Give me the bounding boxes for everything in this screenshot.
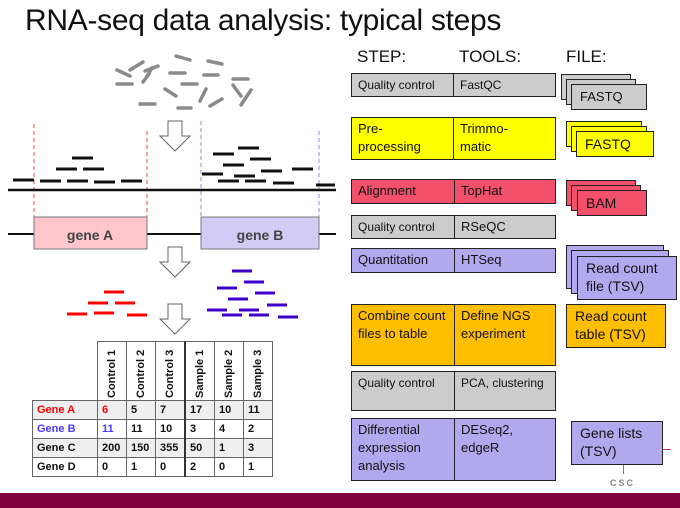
step-alignment: Alignment	[351, 179, 455, 204]
tool-rseqc: RSeQC	[454, 215, 556, 239]
tool-pca-clustering: PCA, clustering	[454, 371, 556, 411]
table-row: Gene D 0 1 0 2 0 1	[32, 457, 273, 477]
gene-a-reads	[67, 290, 147, 317]
tool-deseq2-edger: DESeq2, edgeR	[454, 418, 556, 481]
tool-define-ngs-experiment: Define NGS experiment	[454, 304, 556, 366]
step-quality-control-3: Quality control	[351, 371, 455, 411]
read-count-table: Control 1 Control 2 Control 3 Sample 1 S…	[32, 341, 273, 477]
tool-trimmomatic: Trimmo- matic	[453, 117, 556, 160]
column-header: Control 1	[97, 341, 127, 401]
mapped-reads	[13, 146, 335, 187]
column-header: Sample 3	[243, 341, 273, 401]
step-quantitation: Quantitation	[351, 248, 455, 273]
table-row: Gene C 200 150 355 50 1 3	[32, 438, 273, 458]
step-preprocessing: Pre- processing	[351, 117, 454, 160]
file-gene-lists: Gene lists (TSV)	[571, 421, 663, 465]
column-header: Sample 1	[184, 341, 215, 401]
step-differential-expression: Differential expression analysis	[351, 418, 455, 481]
step-column-header: STEP:	[357, 47, 407, 66]
step-quality-control-1: Quality control	[351, 73, 454, 97]
column-header: Control 2	[126, 341, 156, 401]
csc-logo: CSC	[610, 478, 636, 488]
gene-b-label: gene B	[237, 227, 284, 243]
column-header: Sample 2	[214, 341, 244, 401]
footer-bar	[0, 493, 680, 508]
gene-b-reads	[207, 269, 298, 319]
read-mapping-illustration: gene A gene B	[8, 54, 336, 335]
column-header: Control 3	[155, 341, 186, 401]
down-arrow-icon	[158, 120, 192, 335]
unmapped-reads	[115, 54, 253, 110]
file-column-header: FILE:	[566, 47, 607, 66]
step-quality-control-2: Quality control	[351, 215, 455, 239]
table-header-row: Control 1 Control 2 Control 3 Sample 1 S…	[33, 341, 273, 401]
logo-line-teal	[623, 465, 624, 474]
step-combine-count-files: Combine count files to table	[351, 304, 455, 366]
table-row: Gene B 11 11 10 3 4 2	[32, 419, 273, 439]
gene-a-label: gene A	[67, 227, 113, 243]
tool-htseq: HTSeq	[454, 248, 556, 273]
tool-tophat: TopHat	[454, 179, 556, 204]
tools-column-header: TOOLS:	[459, 47, 522, 66]
table-row: Gene A 6 5 7 17 10 11	[32, 400, 273, 420]
file-read-count-table: Read count table (TSV)	[566, 304, 666, 348]
tool-fastqc: FastQC	[453, 73, 556, 97]
logo-line-red	[663, 449, 671, 450]
